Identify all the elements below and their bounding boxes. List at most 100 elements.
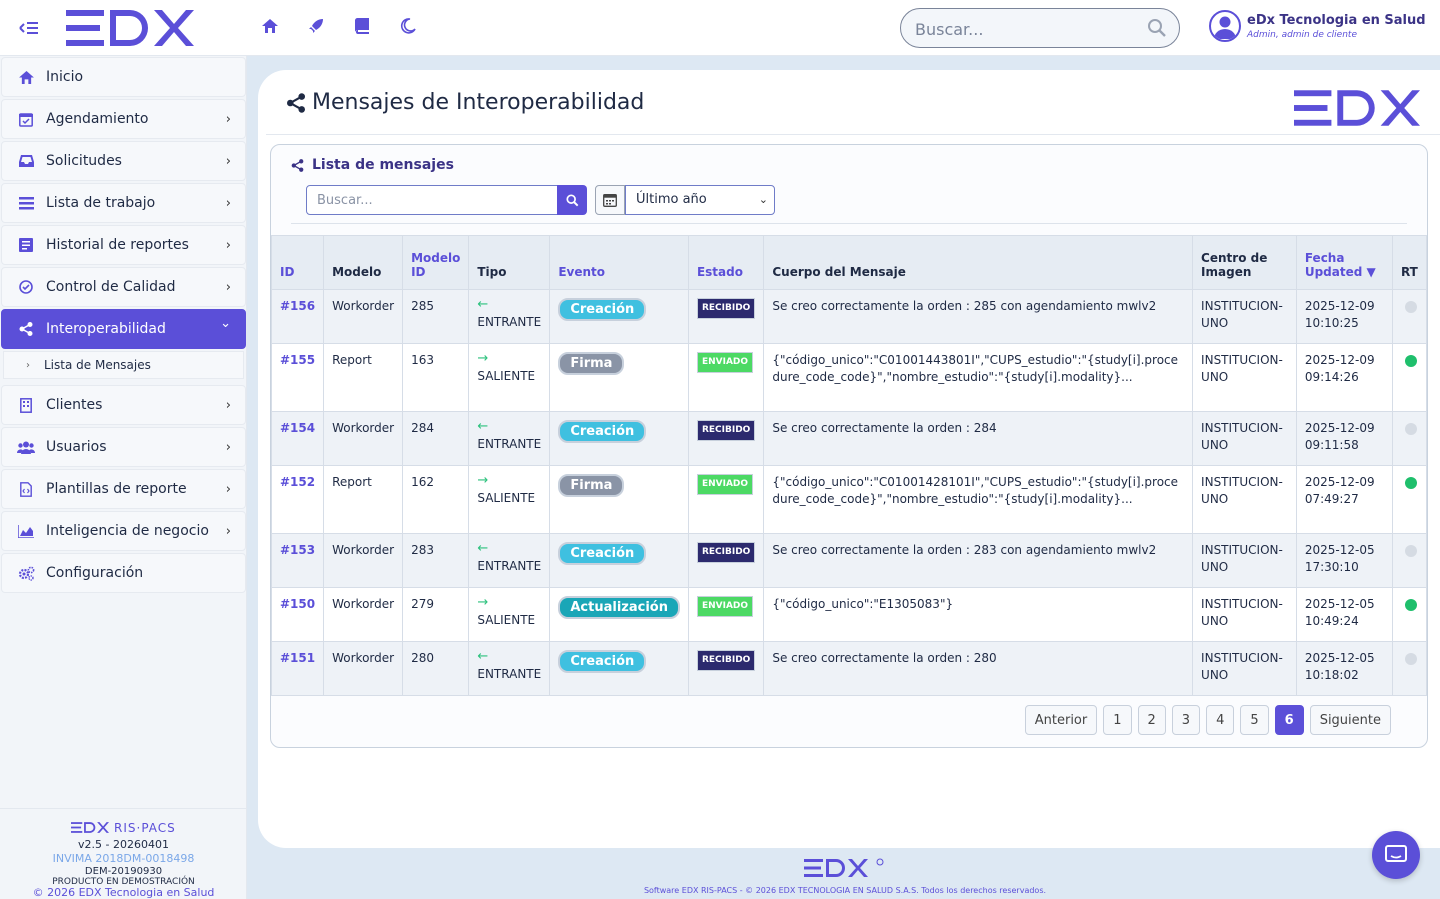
- sidebar-item-agendamiento[interactable]: Agendamiento ›: [1, 99, 246, 139]
- col-centro: Centro de Imagen: [1192, 235, 1297, 290]
- pagination-page-2[interactable]: 2: [1137, 705, 1166, 735]
- cell-id: #153: [270, 533, 325, 588]
- cell-cuerpo: Se creo correctamente la orden : 285 con…: [763, 289, 1194, 344]
- sidebar-collapse-button[interactable]: [18, 18, 40, 38]
- pagination-page-6[interactable]: 6: [1274, 705, 1304, 735]
- sidebar-subitem-lista-de-mensajes[interactable]: › Lista de Mensajes: [3, 351, 244, 379]
- chevron-right-icon: ›: [225, 154, 231, 169]
- tipo-label: SALIENTE: [477, 369, 536, 383]
- cell-evento: Creación: [549, 533, 689, 588]
- table-header-row: ID Modelo Modelo ID Tipo Evento Estado C…: [270, 235, 1428, 290]
- sidebar-item-configuracion[interactable]: Configuración: [1, 553, 246, 593]
- message-id-link[interactable]: #151: [280, 651, 315, 665]
- col-id[interactable]: ID: [270, 235, 325, 290]
- sidebar-item-interoperabilidad[interactable]: Interoperabilidad ⌄: [1, 309, 246, 349]
- pagination-prev[interactable]: Anterior: [1024, 705, 1098, 735]
- table-row[interactable]: #153 Workorder 283 ← ENTRANTE Creación RECIBID…: [270, 533, 1428, 588]
- global-search: [900, 8, 1180, 48]
- pagination-next[interactable]: Siguiente: [1309, 705, 1391, 735]
- message-id-link[interactable]: #153: [280, 543, 315, 557]
- cell-estado: ENVIADO: [687, 465, 765, 534]
- rt-status-dot: [1404, 301, 1417, 313]
- arrow-left-icon: ←: [477, 419, 489, 434]
- cell-rt: [1391, 533, 1428, 588]
- status-badge: ENVIADO: [696, 474, 754, 495]
- edx-logo[interactable]: [66, 10, 194, 50]
- cell-modelo: Workorder: [323, 587, 404, 642]
- cell-modelo-id: 284: [402, 411, 470, 466]
- event-badge: Firma: [558, 474, 625, 497]
- area-chart-icon: [16, 521, 36, 541]
- messages-search: [306, 185, 558, 215]
- chat-icon: [1385, 845, 1407, 862]
- rt-status-dot: [1404, 653, 1417, 665]
- users-icon: [16, 437, 36, 457]
- status-badge: ENVIADO: [696, 596, 754, 617]
- message-id-link[interactable]: #150: [280, 597, 315, 611]
- cell-estado: RECIBIDO: [687, 641, 765, 696]
- message-id-link[interactable]: #155: [280, 353, 315, 367]
- sidebar-item-lista-de-trabajo[interactable]: Lista de trabajo ›: [1, 183, 246, 223]
- search-icon: [565, 193, 578, 206]
- table-row[interactable]: #152 Report 162 → SALIENTE Firma ENVIADO {"códi…: [270, 465, 1428, 534]
- messages-search-button[interactable]: [557, 185, 587, 215]
- main-content: Mensajes de Interoperabilidad Lista de m…: [258, 70, 1440, 848]
- book-icon[interactable]: [350, 14, 374, 38]
- home-icon[interactable]: [258, 14, 282, 38]
- sidebar-item-clientes[interactable]: Clientes ›: [1, 385, 246, 425]
- sidebar-item-historial-de-reportes[interactable]: Historial de reportes ›: [1, 225, 246, 265]
- sidebar-footer: RIS·PACS v2.5 - 20260401 INVIMA 2018DM-0…: [0, 808, 247, 899]
- chat-button[interactable]: [1372, 831, 1420, 879]
- search-icon[interactable]: [1147, 18, 1167, 38]
- rocket-icon[interactable]: [304, 14, 328, 38]
- table-row[interactable]: #156 Workorder 285 ← ENTRANTE Creación RECIBID…: [270, 289, 1428, 344]
- moon-icon[interactable]: [396, 14, 420, 38]
- table-row[interactable]: #150 Workorder 279 → SALIENTE Actualización EN…: [270, 587, 1428, 642]
- check-circle-icon: [16, 277, 36, 297]
- sidebar-item-plantillas-de-reporte[interactable]: Plantillas de reporte ›: [1, 469, 246, 509]
- table-row[interactable]: #154 Workorder 284 ← ENTRANTE Creación RECIBID…: [270, 411, 1428, 466]
- cell-centro: INSTITUCION-UNO: [1192, 587, 1297, 642]
- date-range-select[interactable]: Último año ⌄: [625, 185, 775, 215]
- message-id-link[interactable]: #156: [280, 299, 315, 313]
- chevron-right-icon: ›: [225, 440, 231, 455]
- pagination-page-5[interactable]: 5: [1240, 705, 1269, 735]
- sidebar-item-solicitudes[interactable]: Solicitudes ›: [1, 141, 246, 181]
- date-range-button[interactable]: [595, 185, 625, 215]
- table-row[interactable]: #155 Report 163 → SALIENTE Firma ENVIADO {"códi…: [270, 343, 1428, 412]
- messages-search-input[interactable]: [317, 187, 547, 213]
- home-icon: [16, 67, 36, 87]
- cell-id: #150: [270, 587, 325, 642]
- sidebar-item-usuarios[interactable]: Usuarios ›: [1, 427, 246, 467]
- tipo-label: ENTRANTE: [477, 559, 542, 573]
- cell-modelo: Report: [323, 465, 404, 534]
- col-modelo-id[interactable]: Modelo ID: [402, 235, 470, 290]
- cell-evento: Creación: [549, 641, 689, 696]
- arrow-right-icon: →: [477, 595, 489, 610]
- sidebar-item-control-de-calidad[interactable]: Control de Calidad ›: [1, 267, 246, 307]
- col-modelo: Modelo: [323, 235, 404, 290]
- chevron-right-icon: ›: [225, 238, 231, 253]
- user-menu[interactable]: eDx Tecnologia en Salud Admin, admin de …: [1209, 10, 1429, 46]
- chevron-right-icon: ›: [225, 398, 231, 413]
- app-version: v2.5 - 20260401: [78, 838, 169, 851]
- message-id-link[interactable]: #152: [280, 475, 315, 489]
- message-id-link[interactable]: #154: [280, 421, 315, 435]
- pagination-page-3[interactable]: 3: [1171, 705, 1201, 735]
- cell-fecha: 2025-12-09 07:49:27: [1295, 465, 1393, 534]
- col-evento[interactable]: Evento: [549, 235, 689, 290]
- pagination-page-4[interactable]: 4: [1206, 705, 1235, 735]
- cell-centro: INSTITUCION-UNO: [1192, 533, 1297, 588]
- report-icon: [16, 235, 36, 255]
- col-fecha[interactable]: Fecha Updated ▼: [1295, 235, 1393, 290]
- sidebar-item-inicio[interactable]: Inicio: [1, 57, 246, 97]
- col-estado[interactable]: Estado: [687, 235, 765, 290]
- global-search-input[interactable]: [915, 17, 1135, 41]
- sidebar-item-inteligencia-de-negocio[interactable]: Inteligencia de negocio ›: [1, 511, 246, 551]
- table-row[interactable]: #151 Workorder 280 ← ENTRANTE Creación RECIBID…: [270, 641, 1428, 696]
- user-role: Admin, admin de cliente: [1247, 30, 1357, 40]
- event-badge: Actualización: [558, 596, 680, 619]
- cell-estado: RECIBIDO: [687, 289, 765, 344]
- cell-rt: [1391, 641, 1428, 696]
- pagination-page-1[interactable]: 1: [1103, 705, 1132, 735]
